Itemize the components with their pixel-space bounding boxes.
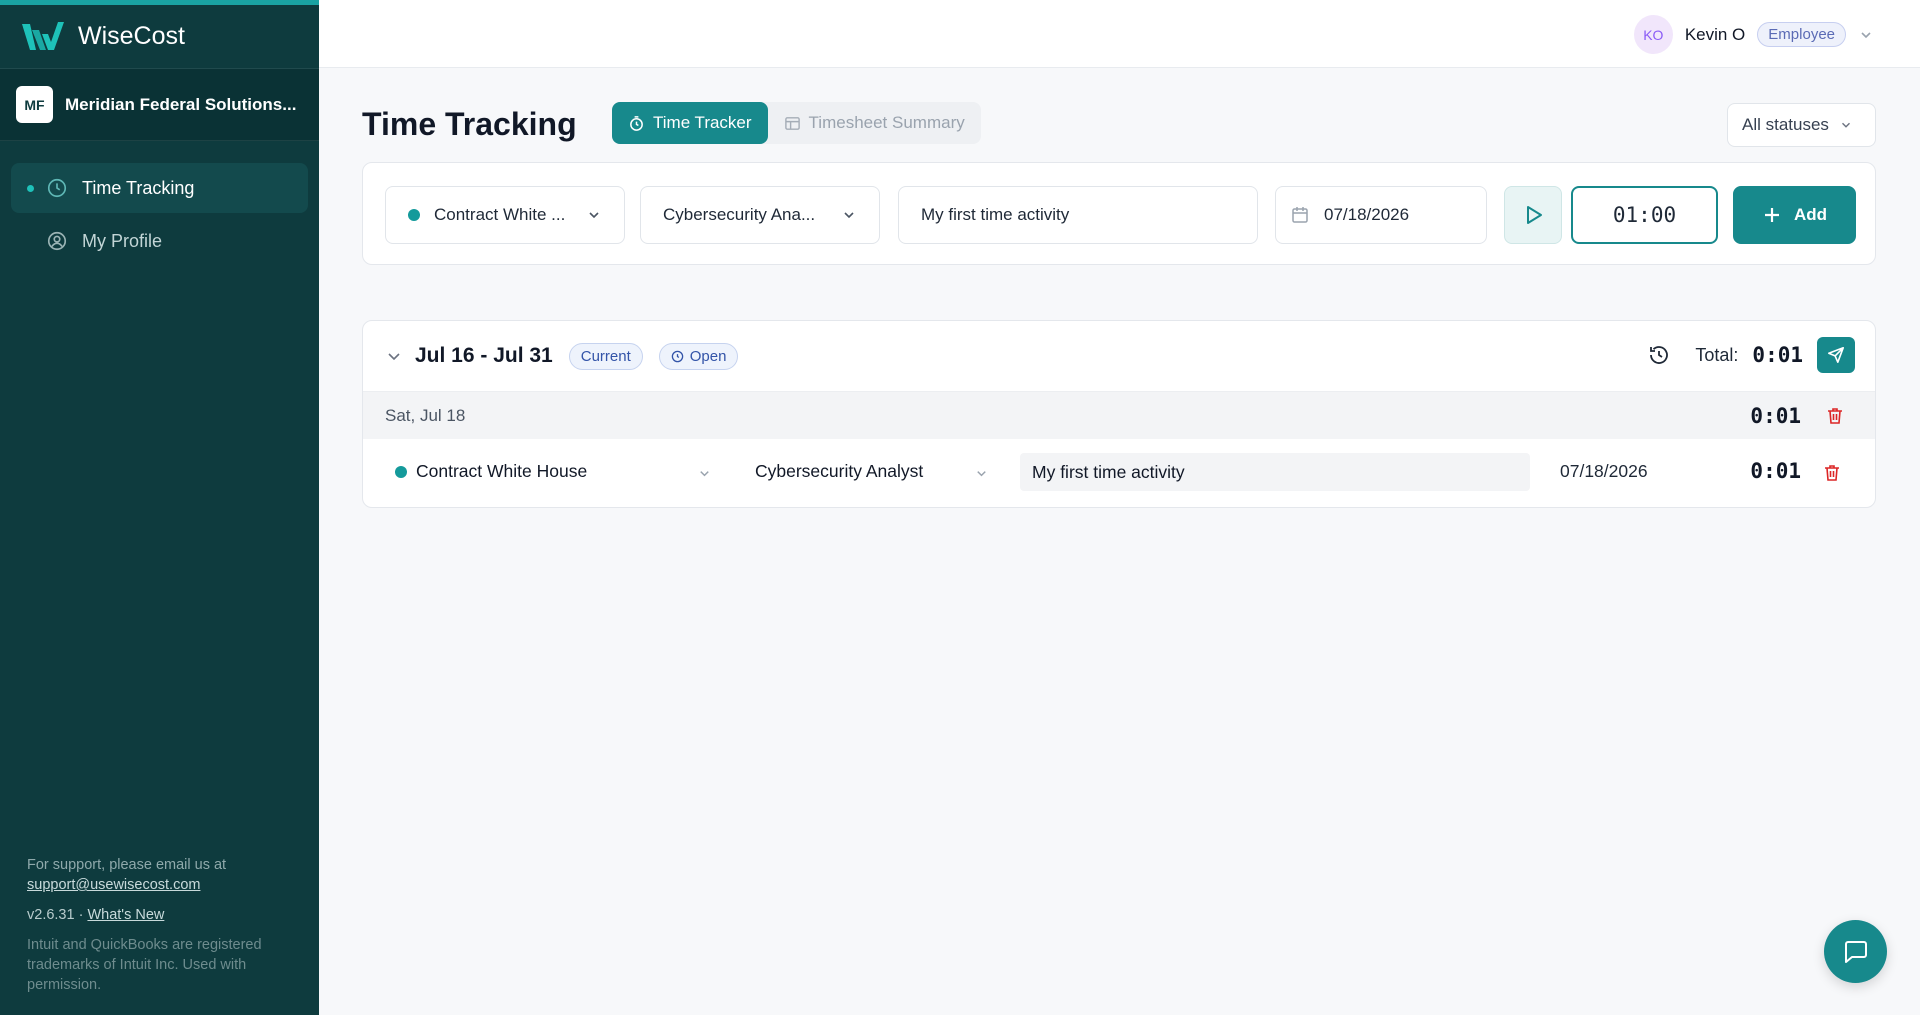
period-total: 0:01: [1752, 343, 1803, 367]
duration-value: 01:00: [1612, 203, 1677, 227]
page-title: Time Tracking: [362, 106, 577, 142]
start-timer-button[interactable]: [1504, 186, 1562, 244]
contract-select[interactable]: Contract White ...: [385, 186, 625, 244]
page-title-row: Time Tracking Time Tracker Timesheet Sum…: [362, 102, 1876, 147]
version-text: v2.6.31 ·: [27, 907, 84, 923]
entry-time[interactable]: 0:01: [1750, 459, 1801, 483]
status-filter-select[interactable]: All statuses: [1727, 103, 1876, 147]
sidebar: WiseCost MF Meridian Federal Solutions..…: [0, 0, 319, 1015]
send-icon: [1827, 346, 1845, 364]
period-range: Jul 16 - Jul 31: [415, 344, 553, 367]
tab-label: Time Tracker: [653, 113, 752, 132]
view-tabs: Time Tracker Timesheet Summary: [612, 102, 981, 144]
entry-role[interactable]: Cybersecurity Analyst: [755, 461, 923, 482]
status-badge-label: Open: [689, 347, 727, 365]
calendar-icon: [1292, 207, 1308, 223]
org-avatar: MF: [16, 86, 53, 123]
date-picker[interactable]: 07/18/2026: [1275, 186, 1487, 244]
stopwatch-icon: [630, 115, 643, 131]
chevron-down-icon: [844, 212, 854, 219]
user-name: Kevin O: [1684, 24, 1746, 44]
role-badge: Employee: [1757, 22, 1846, 47]
total-label: Total:: [1695, 344, 1739, 365]
time-entry-form: Contract White ... Cybersecurity Ana... …: [362, 162, 1876, 265]
sidebar-item-label: My Profile: [82, 230, 163, 251]
clock-icon: [671, 350, 684, 362]
add-entry-label: Add: [1793, 205, 1828, 224]
pay-period-card: Jul 16 - Jul 31 Current Open Total: 0:01…: [362, 320, 1876, 508]
org-switcher[interactable]: MF Meridian Federal Solutions...: [0, 69, 319, 141]
entry-description-input[interactable]: My first time activity: [1020, 453, 1530, 491]
table-row: Contract White House Cybersecurity Analy…: [363, 439, 1875, 507]
user-menu[interactable]: KO Kevin O Employee: [1633, 15, 1874, 54]
support-text: For support, please email us at: [27, 857, 227, 873]
sidebar-item-time-tracking[interactable]: Time Tracking: [11, 163, 308, 213]
tab-timesheet-summary[interactable]: Timesheet Summary: [768, 102, 981, 144]
top-header: KO Kevin O Employee: [319, 0, 1920, 68]
status-filter-value: All statuses: [1742, 115, 1829, 134]
submit-timesheet-button[interactable]: [1817, 337, 1855, 373]
chat-bubble-icon: [1844, 940, 1867, 963]
history-icon[interactable]: [1647, 343, 1671, 367]
status-badge: Open: [658, 342, 739, 370]
period-actions: Total: 0:01: [1647, 337, 1855, 373]
chevron-down-icon[interactable]: [1858, 27, 1874, 43]
trademark-text: Intuit and QuickBooks are registered tra…: [27, 937, 262, 993]
description-value: My first time activity: [921, 205, 1070, 224]
chevron-down-icon: [1841, 122, 1850, 128]
version-line: v2.6.31 · What's New: [27, 905, 297, 925]
description-input[interactable]: My first time activity: [898, 186, 1258, 244]
chevron-down-icon[interactable]: [385, 347, 403, 365]
current-badge: Current: [568, 342, 643, 370]
period-header: Jul 16 - Jul 31 Current Open Total: 0:01: [363, 321, 1875, 391]
chevron-down-icon: [589, 212, 599, 219]
brand-name: WiseCost: [78, 22, 185, 50]
trash-icon[interactable]: [1822, 463, 1842, 483]
entry-description-value: My first time activity: [1032, 461, 1185, 482]
play-icon: [1527, 206, 1542, 224]
active-indicator: [27, 184, 34, 192]
entry-contract[interactable]: Contract White House: [395, 461, 587, 482]
role-select[interactable]: Cybersecurity Ana...: [640, 186, 880, 244]
org-name: Meridian Federal Solutions...: [65, 94, 297, 114]
tab-time-tracker[interactable]: Time Tracker: [612, 102, 768, 144]
user-circle-icon: [47, 231, 67, 251]
wisecost-logo-icon: [22, 21, 64, 50]
role-select-value: Cybersecurity Ana...: [663, 205, 816, 224]
date-value: 07/18/2026: [1324, 205, 1410, 224]
day-total: 0:01: [1750, 403, 1801, 428]
sidebar-item-my-profile[interactable]: My Profile: [11, 216, 308, 266]
sidebar-nav: Time Tracking My Profile: [0, 141, 319, 291]
contract-color-dot: [395, 465, 407, 478]
support-email-link[interactable]: support@usewisecost.com: [27, 877, 200, 893]
entry-contract-label: Contract White House: [416, 461, 588, 481]
avatar: KO: [1633, 15, 1673, 54]
brand[interactable]: WiseCost: [0, 5, 319, 69]
whats-new-link[interactable]: What's New: [87, 907, 164, 923]
clock-icon: [47, 178, 67, 198]
duration-input[interactable]: 01:00: [1571, 186, 1718, 244]
chevron-down-icon[interactable]: [697, 466, 712, 481]
sidebar-footer: For support, please email us at support@…: [27, 855, 297, 995]
chat-support-button[interactable]: [1824, 920, 1887, 983]
day-group-header: Sat, Jul 18 0:01: [363, 391, 1875, 439]
contract-select-value: Contract White ...: [434, 205, 566, 224]
tab-label: Timesheet Summary: [808, 113, 965, 132]
plus-icon: [1764, 208, 1779, 222]
sidebar-item-label: Time Tracking: [82, 177, 195, 198]
day-label: Sat, Jul 18: [385, 405, 466, 425]
entry-date[interactable]: 07/18/2026: [1560, 461, 1648, 482]
chevron-down-icon[interactable]: [974, 466, 989, 481]
contract-color-dot: [408, 209, 420, 221]
trash-icon[interactable]: [1825, 406, 1845, 426]
add-entry-button[interactable]: Add: [1733, 186, 1856, 244]
table-icon: [784, 116, 800, 130]
